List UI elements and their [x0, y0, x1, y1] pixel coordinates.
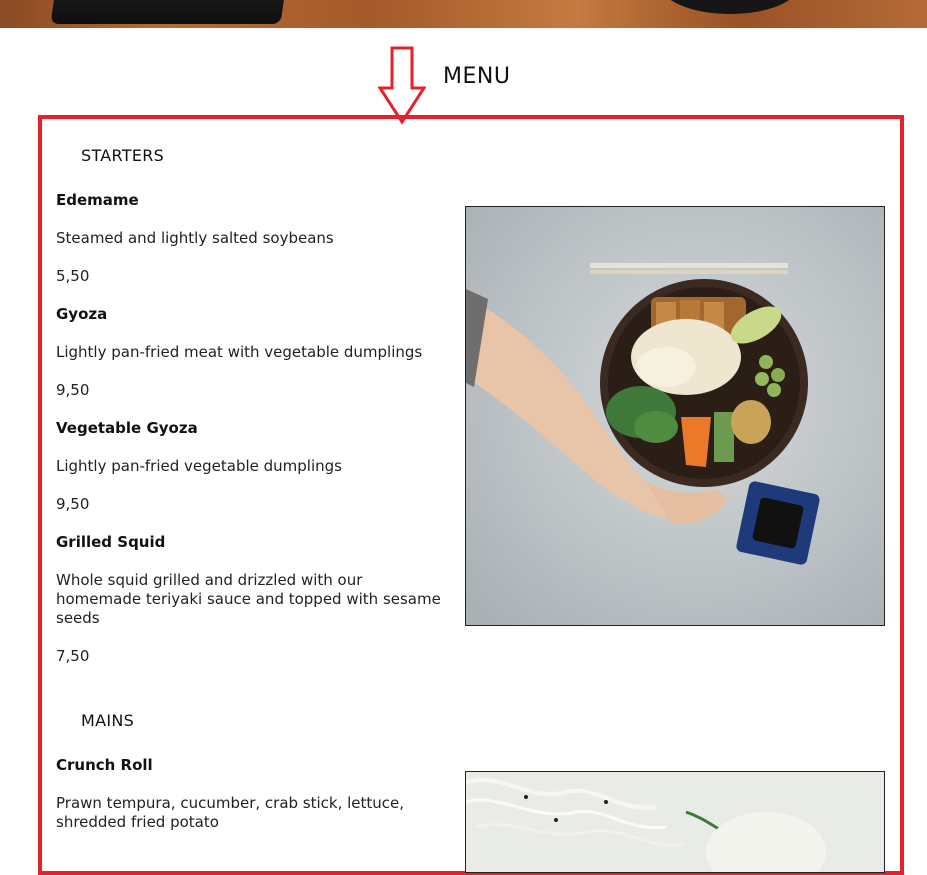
hero-plate-round	[660, 0, 800, 14]
poke-bowl-image	[466, 207, 884, 625]
menu-item-name: Gyoza	[56, 305, 108, 323]
hero-plate-dark	[50, 0, 290, 24]
menu-item-description: Lightly pan-fried meat with vegetable du…	[56, 343, 423, 361]
food-photo-starters	[465, 206, 885, 626]
menu-item-price: 7,50	[56, 647, 90, 665]
hero-image-strip	[0, 0, 927, 28]
menu-item-description: Whole squid grilled and drizzled with ou…	[56, 571, 441, 627]
section-title-starters: STARTERS	[81, 146, 165, 165]
food-photo-mains	[465, 771, 885, 873]
menu-item-name: Edemame	[56, 191, 139, 209]
menu-item-description: Prawn tempura, cucumber, crab stick, let…	[56, 794, 405, 831]
page-title: MENU	[443, 64, 511, 89]
menu-item-description: Lightly pan-fried vegetable dumplings	[56, 457, 342, 475]
menu-item-name: Crunch Roll	[56, 756, 153, 774]
menu-item-price: 9,50	[56, 495, 90, 513]
down-arrow-icon	[378, 46, 426, 125]
menu-item-description: Steamed and lightly salted soybeans	[56, 229, 334, 247]
menu-item-price: 9,50	[56, 381, 90, 399]
menu-item-price: 5,50	[56, 267, 90, 285]
menu-item-name: Vegetable Gyoza	[56, 419, 198, 437]
menu-item-name: Grilled Squid	[56, 533, 166, 551]
noodle-image	[466, 772, 884, 872]
section-title-mains: MAINS	[81, 711, 135, 730]
